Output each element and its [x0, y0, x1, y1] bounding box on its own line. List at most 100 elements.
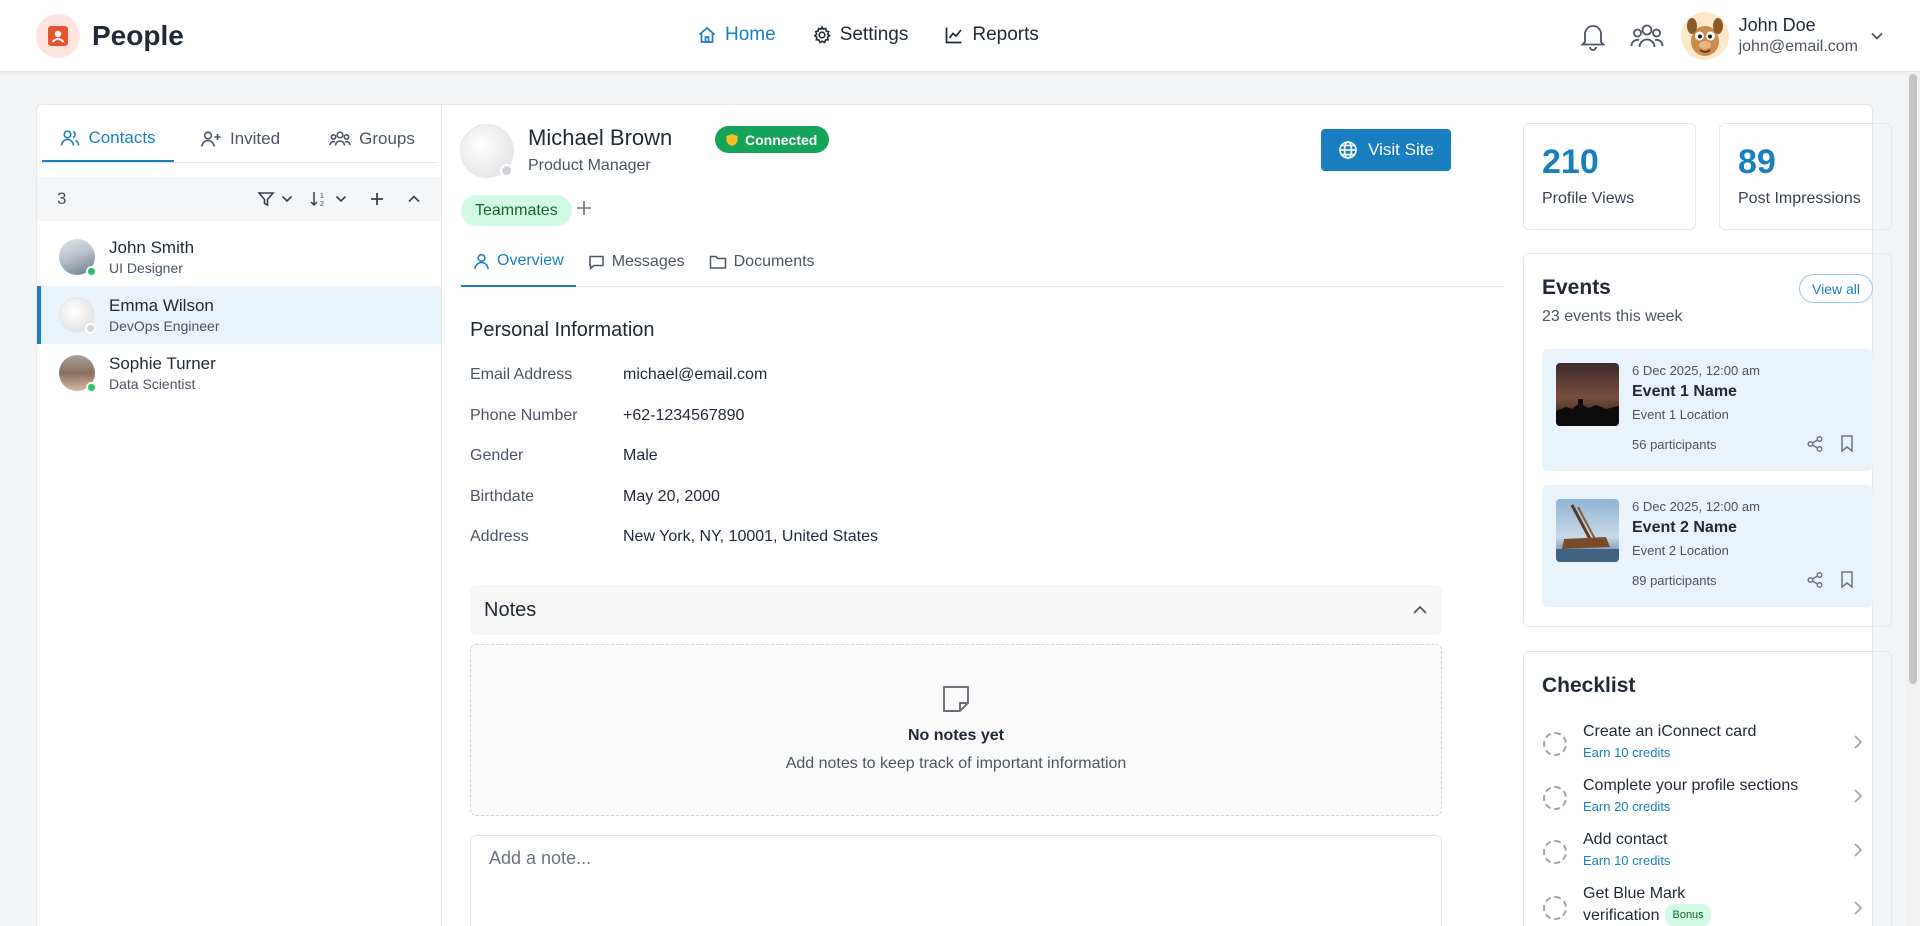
events-title: Events — [1542, 276, 1611, 299]
tab-contacts[interactable]: Contacts — [42, 115, 174, 162]
nav-home-label: Home — [725, 24, 776, 45]
checklist-item[interactable]: Get Blue Mark verification Bonus — [1542, 884, 1873, 926]
profile-panel: Michael Brown Connected Product Manager … — [443, 105, 1504, 926]
contact-item-john-smith[interactable]: John Smith UI Designer — [37, 228, 441, 286]
online-status-dot — [86, 266, 97, 277]
contact-item-sophie-turner[interactable]: Sophie Turner Data Scientist — [37, 344, 441, 402]
app-name: People — [92, 20, 184, 51]
visit-site-button[interactable]: Visit Site — [1321, 129, 1451, 171]
app-logo[interactable]: People — [36, 14, 184, 58]
nav-reports-label: Reports — [972, 24, 1039, 45]
chevron-down-icon[interactable] — [1870, 31, 1884, 41]
contacts-count: 3 — [57, 189, 67, 208]
checklist-item-title: Get Blue Mark verification Bonus — [1583, 884, 1711, 926]
view-all-button[interactable]: View all — [1799, 274, 1873, 303]
event-participants: 89 participants — [1632, 573, 1717, 588]
users-icon[interactable] — [1629, 18, 1665, 54]
chevron-down-icon — [335, 195, 347, 203]
contact-name: John Smith — [109, 238, 195, 257]
event-card[interactable]: 6 Dec 2025, 12:00 am Event 2 Name Event … — [1542, 485, 1873, 607]
user-info[interactable]: John Doe john@email.com — [1739, 14, 1858, 58]
chevron-right-icon — [1853, 788, 1863, 804]
tab-overview[interactable]: Overview — [461, 237, 576, 287]
avatar — [59, 239, 97, 277]
collapse-button[interactable] — [407, 194, 421, 204]
scrollbar-thumb[interactable] — [1909, 74, 1917, 684]
plus-icon — [575, 199, 593, 217]
svg-text:2: 2 — [320, 201, 324, 208]
chevron-up-icon[interactable] — [1412, 605, 1428, 615]
info-label: Address — [470, 528, 529, 545]
checkbox-circle[interactable] — [1543, 732, 1567, 756]
contact-role: UI Designer — [109, 260, 183, 276]
user-icon — [473, 253, 490, 270]
sort-dropdown[interactable]: 12 — [309, 190, 347, 208]
top-bar: People Home Settings Reports John Doe jo… — [0, 0, 1920, 72]
visit-site-label: Visit Site — [1368, 140, 1434, 159]
checkbox-circle[interactable] — [1543, 840, 1567, 864]
profile-title: Product Manager — [528, 157, 651, 174]
share-icon[interactable] — [1806, 571, 1824, 589]
tab-overview-label: Overview — [497, 252, 564, 269]
bell-icon[interactable] — [1575, 18, 1611, 54]
event-image — [1556, 363, 1619, 426]
chevron-right-icon — [1853, 900, 1863, 916]
event-card[interactable]: 6 Dec 2025, 12:00 am Event 1 Name Event … — [1542, 349, 1873, 471]
bookmark-icon[interactable] — [1839, 434, 1855, 453]
filter-dropdown[interactable] — [257, 190, 293, 208]
share-icon[interactable] — [1806, 435, 1824, 453]
event-image — [1556, 499, 1619, 562]
shield-icon — [725, 133, 739, 147]
notes-header[interactable]: Notes — [470, 585, 1442, 635]
profile-avatar — [460, 124, 514, 178]
add-note-input[interactable] — [470, 835, 1442, 926]
checklist-item-title: Create an iConnect card — [1583, 723, 1757, 740]
info-row-email: Email Address michael@email.com — [470, 366, 1270, 384]
checklist-item[interactable]: Add contact Earn 10 credits — [1542, 830, 1873, 882]
nav-reports[interactable]: Reports — [944, 24, 1039, 46]
user-avatar[interactable] — [1680, 12, 1729, 60]
contacts-tabs: Contacts Invited Groups — [42, 115, 438, 163]
connected-badge-label: Connected — [745, 131, 818, 148]
checklist-item-title-line1: Get Blue Mark — [1583, 885, 1686, 902]
contact-name: Sophie Turner — [109, 354, 216, 373]
contact-item-emma-wilson[interactable]: Emma Wilson DevOps Engineer — [37, 286, 441, 344]
notes-empty-state: No notes yet Add notes to keep track of … — [470, 644, 1442, 816]
event-location: Event 2 Location — [1632, 543, 1729, 558]
info-label: Email Address — [470, 366, 573, 383]
info-label: Gender — [470, 447, 524, 464]
main-panel: Contacts Invited Groups 3 12 John Smith … — [36, 104, 1892, 926]
page-scrollbar[interactable] — [1906, 72, 1920, 926]
checklist-item-reward: Earn 20 credits — [1583, 799, 1671, 814]
chevron-right-icon — [1853, 734, 1863, 750]
contact-role: Data Scientist — [109, 376, 196, 392]
connected-badge: Connected — [715, 126, 830, 153]
user-plus-icon — [200, 130, 222, 148]
tab-groups[interactable]: Groups — [306, 115, 438, 162]
profile-name: Michael Brown — [528, 125, 673, 150]
event-location: Event 1 Location — [1632, 407, 1729, 422]
tab-messages[interactable]: Messages — [576, 237, 697, 287]
checkbox-circle[interactable] — [1543, 786, 1567, 810]
checkbox-circle[interactable] — [1543, 896, 1567, 920]
checklist-item[interactable]: Complete your profile sections Earn 20 c… — [1542, 776, 1873, 828]
stat-profile-views: 210 Profile Views — [1523, 123, 1696, 230]
chevron-up-icon — [407, 194, 421, 204]
tag-teammates[interactable]: Teammates — [461, 195, 572, 226]
info-value: Male — [623, 447, 658, 464]
plus-icon — [369, 191, 385, 207]
avatar — [59, 355, 97, 393]
main-nav: Home Settings Reports — [697, 24, 1039, 46]
stat-label: Profile Views — [1542, 190, 1635, 207]
tab-invited[interactable]: Invited — [174, 115, 306, 162]
add-tag-button[interactable] — [575, 199, 593, 217]
personal-info-title: Personal Information — [470, 319, 655, 341]
bookmark-icon[interactable] — [1839, 570, 1855, 589]
nav-home[interactable]: Home — [697, 24, 776, 46]
nav-settings[interactable]: Settings — [812, 24, 908, 46]
add-contact-button[interactable] — [369, 191, 385, 207]
stat-value: 210 — [1542, 143, 1599, 181]
tab-contacts-label: Contacts — [88, 127, 156, 147]
checklist-item[interactable]: Create an iConnect card Earn 10 credits — [1542, 722, 1873, 774]
tab-documents[interactable]: Documents — [697, 237, 827, 287]
